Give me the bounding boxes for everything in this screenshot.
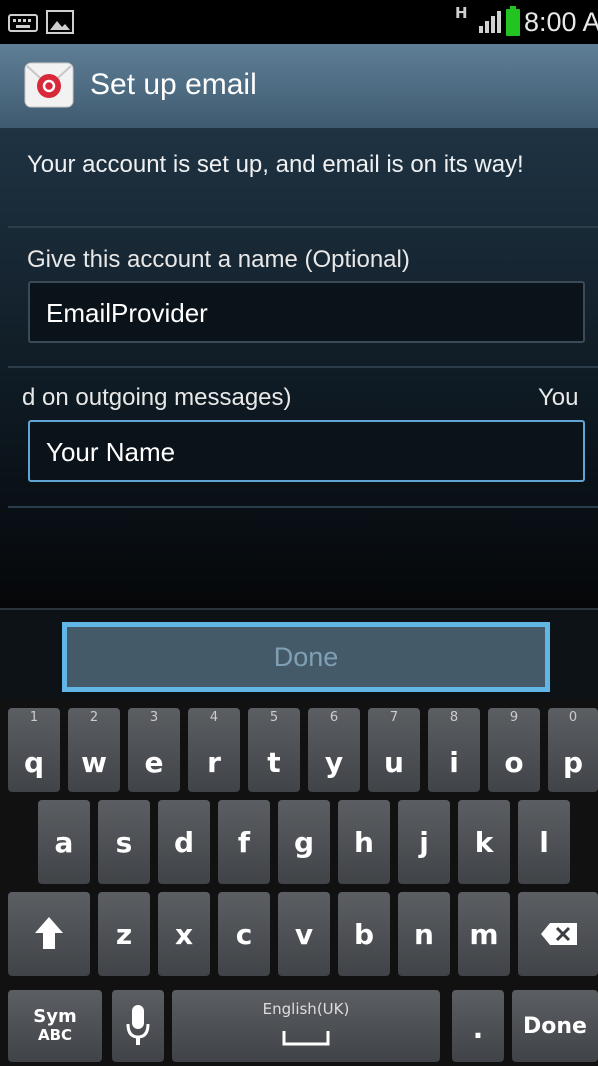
- keyboard-done-key[interactable]: Done: [512, 990, 598, 1062]
- divider: [8, 506, 598, 508]
- shift-key[interactable]: [8, 892, 90, 976]
- key-n[interactable]: n: [398, 892, 450, 976]
- key-i[interactable]: 8i: [428, 708, 480, 792]
- image-notification-icon: [46, 10, 74, 34]
- keyboard-language-label: English(UK): [262, 1000, 350, 1018]
- network-type: H: [455, 4, 468, 22]
- battery-icon: [506, 6, 520, 36]
- keyboard-notification-icon: [8, 14, 38, 32]
- microphone-icon: [126, 1005, 150, 1045]
- key-r[interactable]: 4r: [188, 708, 240, 792]
- key-x[interactable]: x: [158, 892, 210, 976]
- backspace-key[interactable]: [518, 892, 598, 976]
- clock: 8:00 AM: [524, 7, 598, 37]
- key-u[interactable]: 7u: [368, 708, 420, 792]
- key-j[interactable]: j: [398, 800, 450, 884]
- key-w[interactable]: 2w: [68, 708, 120, 792]
- key-l[interactable]: l: [518, 800, 570, 884]
- soft-keyboard: 1q 2w 3e 4r 5t 6y 7u 8i 9o 0p a s d f g …: [0, 700, 598, 1066]
- account-name-label: Give this account a name (Optional): [27, 246, 410, 273]
- key-e[interactable]: 3e: [128, 708, 180, 792]
- key-o[interactable]: 9o: [488, 708, 540, 792]
- divider: [8, 366, 598, 368]
- key-v[interactable]: v: [278, 892, 330, 976]
- account-name-value: EmailProvider: [46, 298, 208, 328]
- key-z[interactable]: z: [98, 892, 150, 976]
- title-bar: Set up email: [0, 44, 598, 128]
- your-name-label: d on outgoing messages): [22, 384, 292, 411]
- page-title: Set up email: [90, 68, 257, 101]
- key-y[interactable]: 6y: [308, 708, 360, 792]
- key-p[interactable]: 0p: [548, 708, 598, 792]
- key-t[interactable]: 5t: [248, 708, 300, 792]
- backspace-icon: [541, 923, 577, 945]
- your-name-value: Your Name: [46, 437, 176, 467]
- key-m[interactable]: m: [458, 892, 510, 976]
- setup-content: Your account is set up, and email is on …: [0, 128, 598, 608]
- spacebar-icon: [282, 1031, 330, 1046]
- button-bar: Done: [0, 608, 598, 700]
- done-button[interactable]: Done: [62, 622, 550, 692]
- status-bar: H 8:00 AM: [0, 0, 598, 44]
- key-g[interactable]: g: [278, 800, 330, 884]
- space-key[interactable]: English(UK): [172, 990, 440, 1062]
- key-q[interactable]: 1q: [8, 708, 60, 792]
- shift-arrow-icon: [35, 917, 63, 949]
- key-f[interactable]: f: [218, 800, 270, 884]
- period-key[interactable]: .: [452, 990, 504, 1062]
- key-a[interactable]: a: [38, 800, 90, 884]
- key-d[interactable]: d: [158, 800, 210, 884]
- your-name-label-start: You: [538, 384, 579, 411]
- email-app-icon: [24, 62, 74, 108]
- voice-input-key[interactable]: [112, 990, 164, 1062]
- key-h[interactable]: h: [338, 800, 390, 884]
- setup-complete-message: Your account is set up, and email is on …: [27, 151, 524, 178]
- key-s[interactable]: s: [98, 800, 150, 884]
- your-name-field[interactable]: Your Name: [28, 420, 585, 482]
- signal-icon: [479, 11, 501, 33]
- key-k[interactable]: k: [458, 800, 510, 884]
- key-b[interactable]: b: [338, 892, 390, 976]
- divider: [8, 226, 598, 228]
- account-name-field[interactable]: EmailProvider: [28, 281, 585, 343]
- sym-key[interactable]: Sym ABC: [8, 990, 102, 1062]
- key-c[interactable]: c: [218, 892, 270, 976]
